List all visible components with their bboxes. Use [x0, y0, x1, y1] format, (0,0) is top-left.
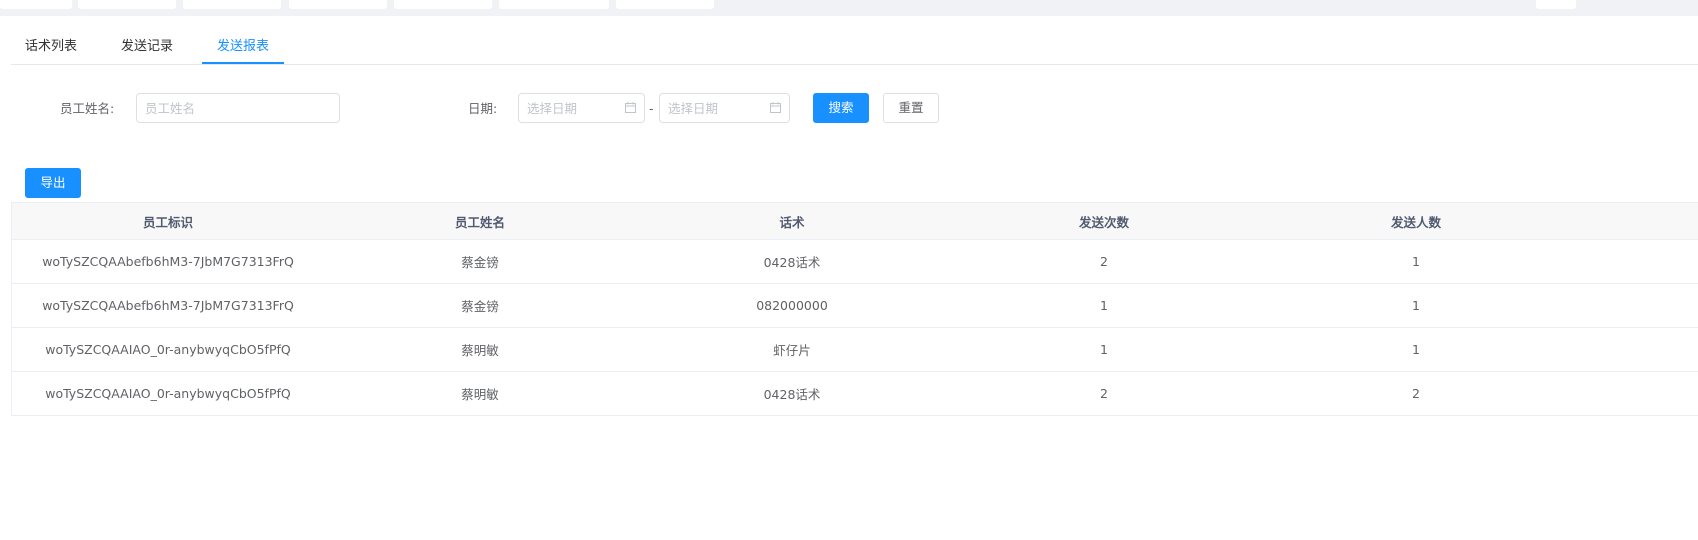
- cell-blank: [1572, 328, 1698, 371]
- tab-send-records[interactable]: 发送记录: [121, 34, 173, 64]
- page-tab[interactable]: [499, 0, 609, 9]
- employee-name-field[interactable]: [136, 93, 340, 123]
- cell-send-count: 2: [1100, 386, 1108, 401]
- page-tab[interactable]: [1536, 0, 1576, 9]
- table-row[interactable]: woTySZCQAAbefb6hM3-7JbM7G7313FrQ 蔡金镑 042…: [12, 240, 1698, 284]
- date-separator: -: [649, 101, 654, 116]
- employee-name-input[interactable]: [137, 94, 339, 122]
- tab-script-list[interactable]: 话术列表: [25, 34, 77, 64]
- cell-script: 0428话术: [763, 387, 821, 402]
- page-tab[interactable]: [183, 0, 281, 9]
- cell-employee-id: woTySZCQAAIAO_0r-anybwyqCbO5fPfQ: [45, 386, 291, 401]
- tab-send-report[interactable]: 发送报表: [202, 34, 284, 64]
- table-row[interactable]: woTySZCQAAIAO_0r-anybwyqCbO5fPfQ 蔡明敏 042…: [12, 372, 1698, 416]
- column-header-employee-id[interactable]: 员工标识: [12, 203, 324, 239]
- column-header-script[interactable]: 话术: [636, 203, 948, 239]
- cell-script: 虾仔片: [773, 343, 811, 358]
- calendar-icon: [770, 102, 781, 113]
- table-header: 员工标识 员工姓名 话术 发送次数 发送人数: [12, 203, 1698, 240]
- page-tab[interactable]: [78, 0, 176, 9]
- column-header-employee-name[interactable]: 员工姓名: [324, 203, 636, 239]
- start-date-field[interactable]: [518, 93, 645, 123]
- table-row[interactable]: woTySZCQAAIAO_0r-anybwyqCbO5fPfQ 蔡明敏 虾仔片…: [12, 328, 1698, 372]
- cell-employee-name: 蔡金镑: [461, 255, 499, 270]
- page-tab[interactable]: [0, 0, 72, 9]
- end-date-field[interactable]: [659, 93, 790, 123]
- column-header-send-count[interactable]: 发送次数: [948, 203, 1260, 239]
- cell-employee-name: 蔡金镑: [461, 299, 499, 314]
- cell-blank: [1572, 240, 1698, 283]
- employee-name-label: 员工姓名:: [60, 101, 115, 116]
- cell-recipient-count: 1: [1412, 342, 1420, 357]
- cell-employee-id: woTySZCQAAIAO_0r-anybwyqCbO5fPfQ: [45, 342, 291, 357]
- report-tabs: 话术列表 发送记录 发送报表: [11, 34, 1698, 65]
- cell-recipient-count: 2: [1412, 386, 1420, 401]
- page-tab[interactable]: [616, 0, 714, 9]
- cell-send-count: 2: [1100, 254, 1108, 269]
- column-header-recipient-count[interactable]: 发送人数: [1260, 203, 1572, 239]
- cell-send-count: 1: [1100, 298, 1108, 313]
- cell-employee-name: 蔡明敏: [461, 343, 499, 358]
- search-button[interactable]: 搜索: [813, 93, 869, 123]
- cell-employee-id: woTySZCQAAbefb6hM3-7JbM7G7313FrQ: [42, 298, 294, 313]
- column-header-blank: [1572, 203, 1698, 239]
- calendar-icon: [625, 102, 636, 113]
- date-label: 日期:: [468, 101, 498, 116]
- cell-recipient-count: 1: [1412, 254, 1420, 269]
- page-tab[interactable]: [289, 0, 387, 9]
- report-table: 员工标识 员工姓名 话术 发送次数 发送人数 woTySZCQAAbefb6hM…: [11, 202, 1698, 416]
- cell-script: 0428话术: [763, 255, 821, 270]
- reset-button[interactable]: 重置: [883, 93, 939, 123]
- cell-employee-id: woTySZCQAAbefb6hM3-7JbM7G7313FrQ: [42, 254, 294, 269]
- cell-blank: [1572, 372, 1698, 415]
- export-button[interactable]: 导出: [25, 168, 81, 198]
- cell-recipient-count: 1: [1412, 298, 1420, 313]
- page-tab[interactable]: [394, 0, 492, 9]
- table-row[interactable]: woTySZCQAAbefb6hM3-7JbM7G7313FrQ 蔡金镑 082…: [12, 284, 1698, 328]
- cell-script: 082000000: [756, 298, 828, 313]
- cell-blank: [1572, 284, 1698, 327]
- cell-employee-name: 蔡明敏: [461, 387, 499, 402]
- top-tab-strip: [0, 0, 1698, 16]
- cell-send-count: 1: [1100, 342, 1108, 357]
